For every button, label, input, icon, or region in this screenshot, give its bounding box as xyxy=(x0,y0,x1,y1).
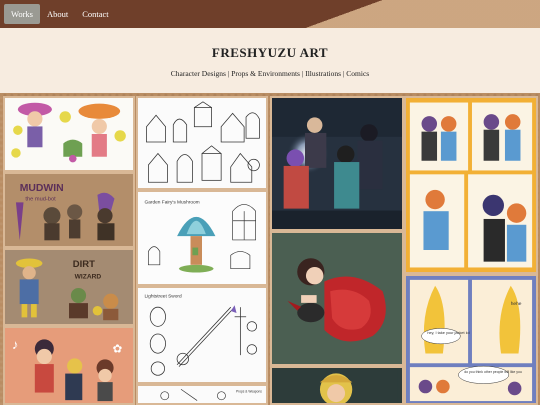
nav-item-works[interactable]: Works xyxy=(4,4,40,24)
artwork-image: Lightstreet Sword xyxy=(138,288,266,382)
artwork-image: Garden Fairy's Mushroom xyxy=(138,192,266,284)
artwork-house-sketches[interactable] xyxy=(136,96,268,190)
lightstreet-sword-caption: Lightstreet Sword xyxy=(144,294,182,300)
artwork-image xyxy=(272,233,402,364)
svg-text:♪: ♪ xyxy=(12,337,19,352)
artwork-image xyxy=(406,98,536,272)
artwork-mudwin[interactable]: MUDWIN the mud-bot xyxy=(3,172,135,248)
top-nav: Works About Contact xyxy=(0,0,540,28)
nav-menu: Works About Contact xyxy=(0,0,116,28)
nav-item-about[interactable]: About xyxy=(40,4,75,24)
artwork-image xyxy=(138,98,266,188)
nav-item-contact[interactable]: Contact xyxy=(75,4,115,24)
artwork-character-sheet-fairies[interactable] xyxy=(3,96,135,172)
mudwin-sub-label: the mud-bot xyxy=(25,197,56,203)
artwork-image: DIRT WIZARD xyxy=(6,250,132,324)
mudwin-label: MUDWIN xyxy=(20,183,64,194)
artwork-night-group-illustration[interactable] xyxy=(270,96,404,231)
speech-bubble-2: do you think other people will like you xyxy=(464,370,522,374)
artwork-image: MUDWIN the mud-bot xyxy=(6,174,132,246)
artwork-image: ♪ ✿ xyxy=(6,328,132,403)
artwork-lightstreet-sword[interactable]: Lightstreet Sword xyxy=(136,286,268,384)
props-caption: Props & Weapons xyxy=(236,389,262,393)
dirt-label: DIRT xyxy=(73,259,95,270)
artwork-dirt-wizard[interactable]: DIRT WIZARD xyxy=(3,248,135,326)
speech-bubble-3: hehe xyxy=(511,301,522,307)
artwork-garden-fairy-mushroom[interactable]: Garden Fairy's Mushroom xyxy=(136,190,268,286)
speech-bubble-1: hey, I take your jacket lol xyxy=(427,330,469,335)
artwork-music-characters[interactable]: ♪ ✿ xyxy=(3,326,135,405)
svg-text:✿: ✿ xyxy=(113,344,123,356)
artwork-image xyxy=(272,98,402,229)
artwork-image: Props & Weapons xyxy=(148,386,262,403)
artwork-red-dress-illustration[interactable] xyxy=(270,231,404,366)
garden-fairy-caption: Garden Fairy's Mushroom xyxy=(145,200,200,206)
artwork-props-weapons[interactable]: Props & Weapons xyxy=(136,384,268,405)
artwork-image xyxy=(6,98,132,170)
wizard-label: WIZARD xyxy=(75,273,102,280)
artwork-image: hey, I take your jacket lol hehe do you … xyxy=(406,276,536,403)
artwork-image xyxy=(276,368,398,403)
site-title: FRESHYUZU ART xyxy=(211,45,329,60)
artwork-blonde-character[interactable] xyxy=(270,366,404,405)
site-header: FRESHYUZU ART Character Designs | Props … xyxy=(0,28,540,93)
artwork-comic-page-2[interactable]: hey, I take your jacket lol hehe do you … xyxy=(404,274,538,405)
site-categories: Character Designs | Props & Environments… xyxy=(170,69,370,78)
artwork-comic-page-1[interactable] xyxy=(404,96,538,274)
